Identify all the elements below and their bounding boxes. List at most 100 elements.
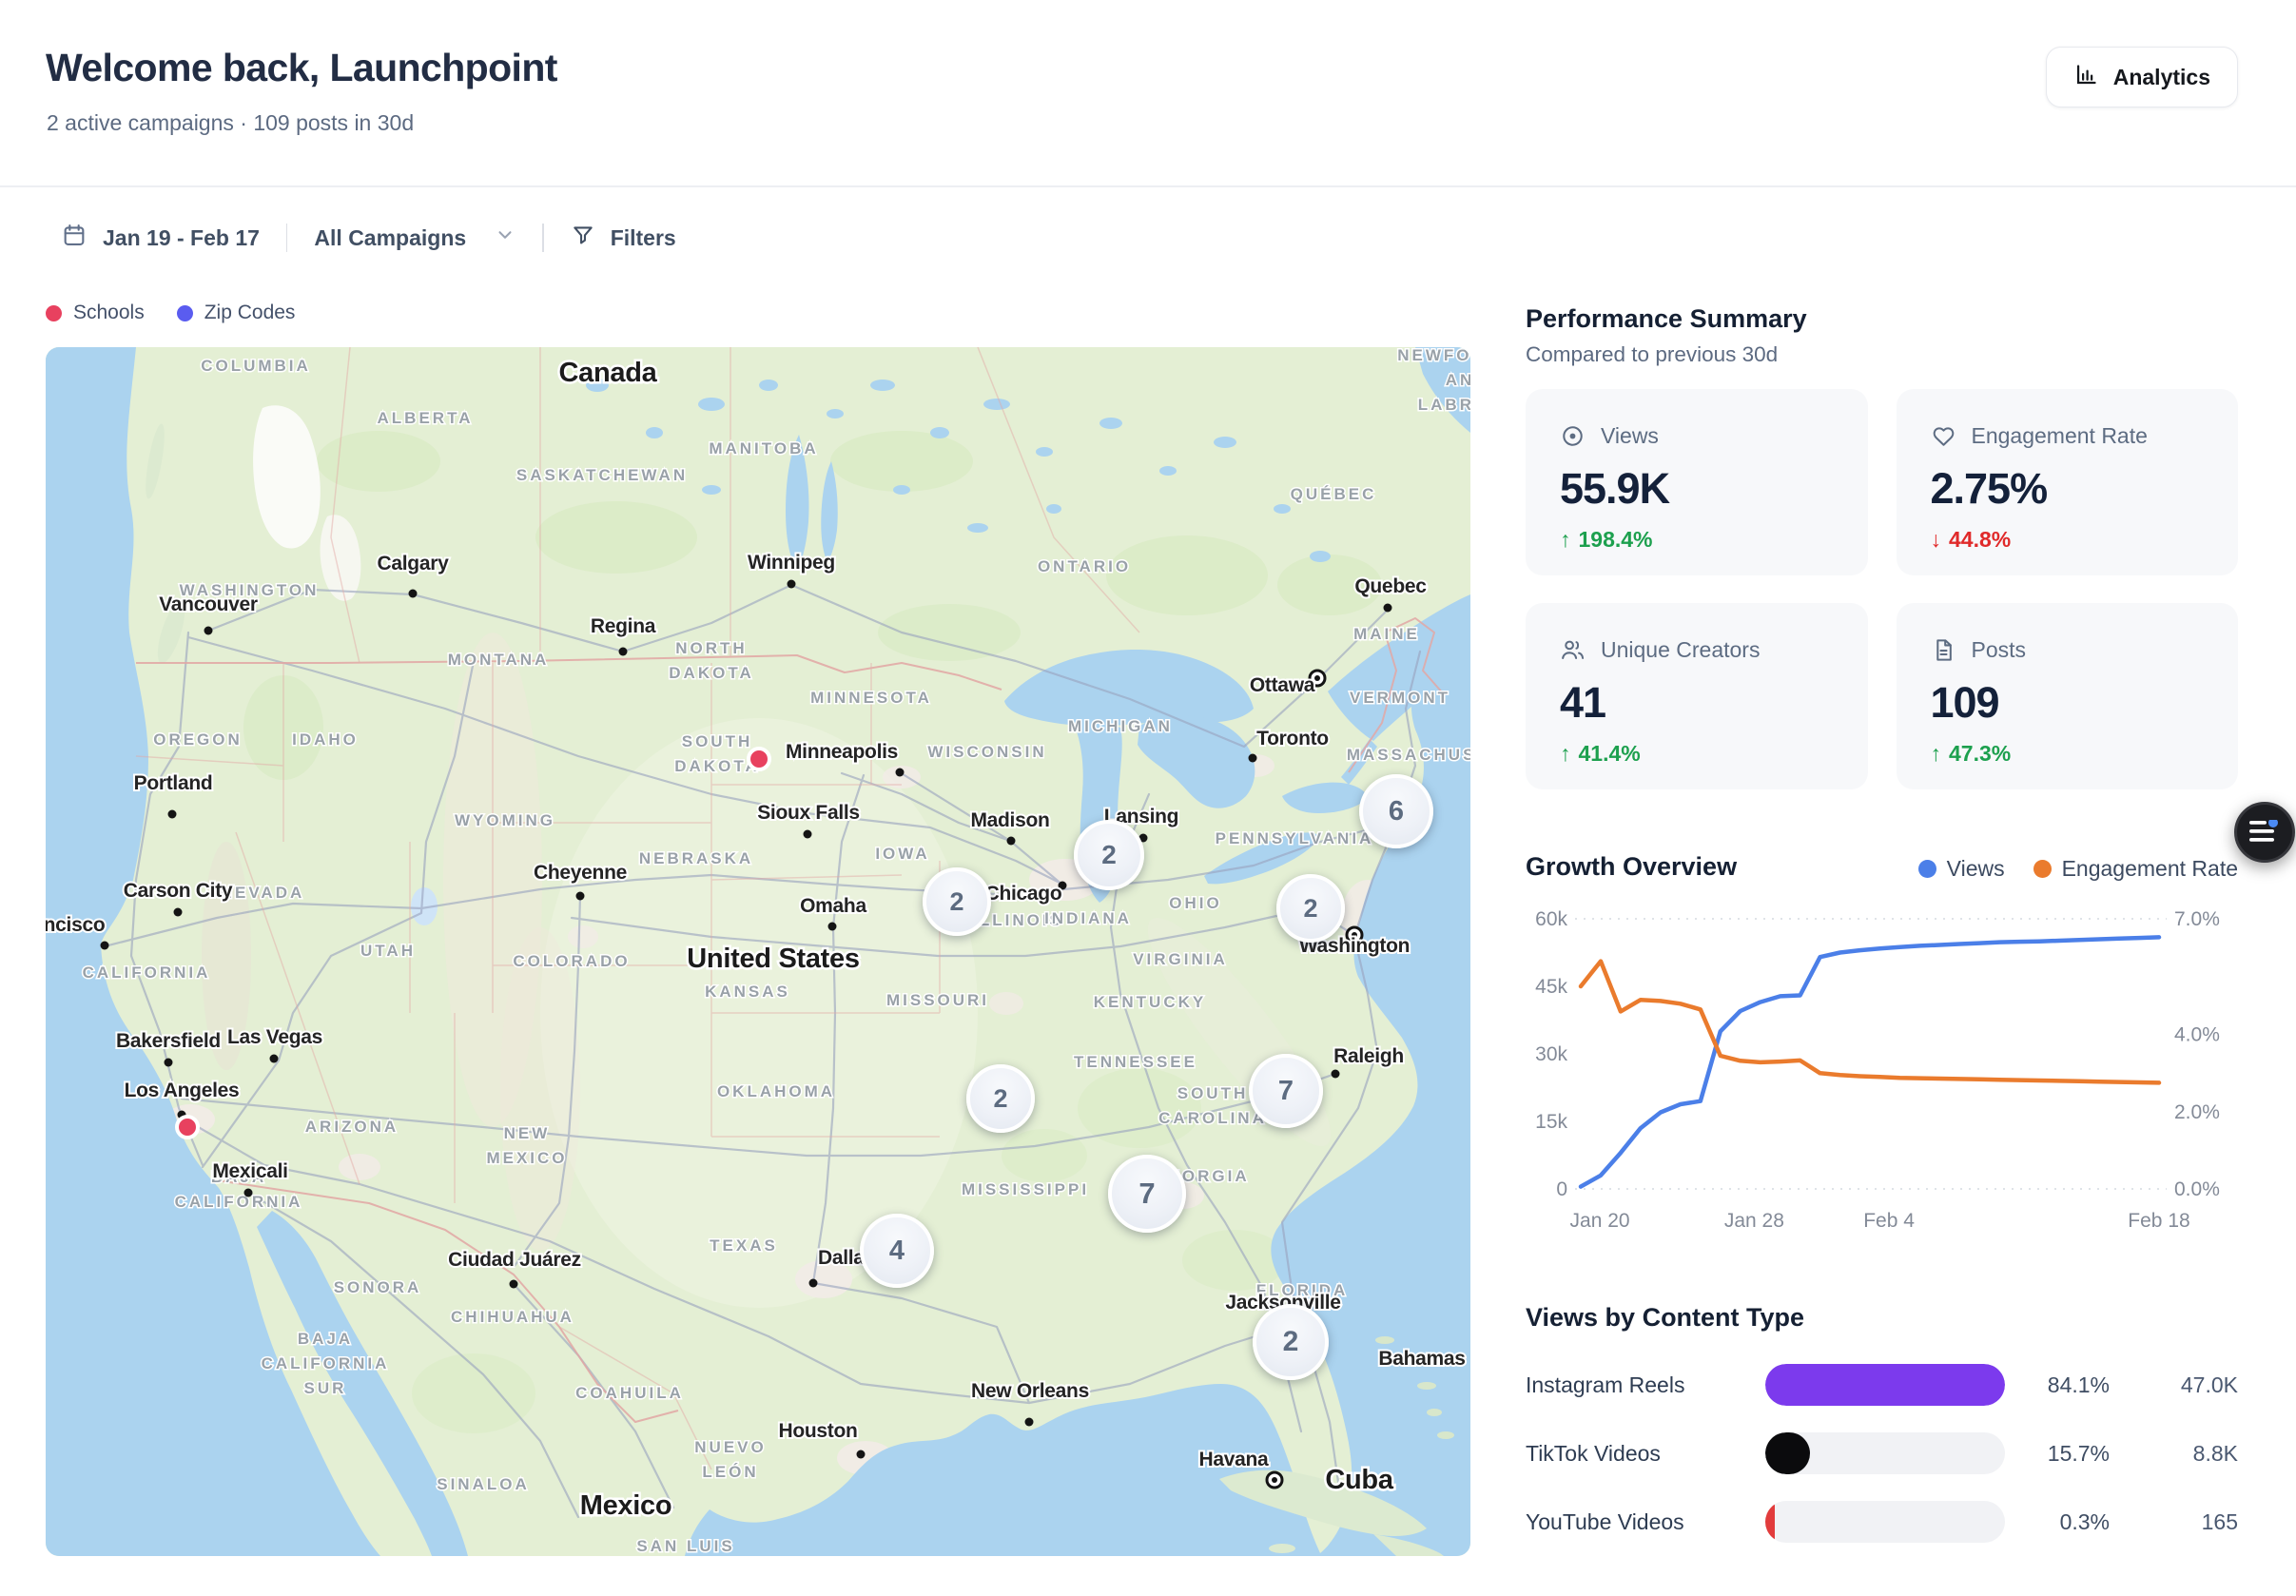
chart-legend-label: Views	[1947, 856, 2005, 882]
state-label: NEWFOU	[1397, 347, 1470, 364]
page-title: Welcome back, Launchpoint	[46, 46, 557, 90]
map-cluster-marker[interactable]: 4	[860, 1214, 934, 1288]
city-label: Houston	[778, 1420, 857, 1442]
x-axis-tick: Feb 4	[1863, 1210, 1915, 1232]
capital-dot-center	[1272, 1477, 1277, 1483]
bar-chart-icon	[2073, 62, 2099, 93]
content-type-percent: 15.7%	[2005, 1441, 2110, 1467]
metric-card-header: Views	[1560, 423, 1834, 449]
state-label: MISSOURI	[886, 991, 989, 1009]
quick-actions-fab[interactable]	[2234, 802, 2295, 863]
map-cluster-marker[interactable]: 6	[1359, 774, 1433, 848]
line-series-views	[1581, 937, 2159, 1186]
state-label: SONORA	[334, 1278, 422, 1296]
map-cluster-marker[interactable]: 2	[1253, 1304, 1329, 1380]
content-type-percent: 0.3%	[2005, 1509, 2110, 1535]
y-axis-right-tick: 0.0%	[2174, 1178, 2220, 1200]
growth-chart-legend: Views Engagement Rate	[1918, 856, 2238, 882]
performance-summary-title: Performance Summary	[1526, 304, 1807, 334]
school-marker[interactable]	[177, 1117, 198, 1138]
map-legend-label: Zip Codes	[204, 302, 296, 324]
arrow-down-icon: ↓	[1931, 527, 1942, 553]
funnel-icon	[571, 223, 595, 253]
map-canvas[interactable]: COLUMBIAALBERTASASKATCHEWANMANITOBAONTAR…	[46, 347, 1470, 1556]
chart-legend-item-engagement-rate[interactable]: Engagement Rate	[2033, 856, 2238, 882]
legend-dot-icon	[177, 305, 193, 321]
city-dot	[809, 1279, 818, 1288]
list-lines-icon	[2248, 820, 2281, 845]
state-label: OKLAHOMA	[717, 1082, 835, 1100]
state-label: AN	[1446, 371, 1470, 389]
metric-delta: ↑198.4%	[1560, 527, 1834, 553]
growth-chart: 60k45k30k15k07.0%4.0%2.0%0.0%Jan 20Jan 2…	[1526, 904, 2238, 1238]
city-dot	[174, 908, 183, 917]
map-legend-item-zip-codes[interactable]: Zip Codes	[177, 302, 296, 324]
arrow-up-icon: ↑	[1931, 741, 1942, 767]
state-label: VERMONT	[1350, 689, 1450, 707]
views-by-content-type-title: Views by Content Type	[1526, 1303, 1804, 1333]
city-dot	[168, 810, 177, 819]
state-label: NEBRASKA	[639, 849, 753, 867]
state-label: SINALOA	[437, 1475, 530, 1493]
header-divider	[0, 185, 2296, 187]
filter-separator	[542, 224, 544, 252]
metric-card-engagement-rate: Engagement Rate2.75%↓44.8%	[1897, 389, 2239, 575]
legend-dot-icon	[1918, 860, 1936, 878]
city-dot	[101, 942, 109, 950]
campaign-selector-label: All Campaigns	[314, 225, 466, 251]
map-legend-item-schools[interactable]: Schools	[46, 302, 145, 324]
map-cluster-marker[interactable]: 2	[966, 1064, 1035, 1133]
map-cluster-marker[interactable]: 7	[1249, 1054, 1323, 1128]
legend-dot-icon	[46, 305, 62, 321]
state-label: MICHIGAN	[1068, 717, 1173, 735]
city-label: Carson City	[124, 880, 233, 902]
analytics-button[interactable]: Analytics	[2046, 47, 2238, 107]
metric-delta: ↑41.4%	[1560, 741, 1834, 767]
city-label: Regina	[591, 615, 656, 637]
map-cluster-marker[interactable]: 2	[1074, 820, 1144, 890]
content-type-bar-track	[1765, 1501, 2005, 1543]
map-legend: Schools Zip Codes	[46, 302, 295, 324]
state-label: COAHUILA	[575, 1384, 684, 1402]
map-cluster-marker[interactable]: 2	[923, 867, 991, 936]
content-type-percent: 84.1%	[2005, 1372, 2110, 1398]
metric-label: Views	[1601, 423, 1659, 449]
state-label: MAINE	[1353, 625, 1420, 643]
metric-card-header: Unique Creators	[1560, 637, 1834, 663]
city-label: Toronto	[1256, 728, 1329, 749]
city-label: Sioux Falls	[757, 802, 860, 824]
map-legend-label: Schools	[73, 302, 145, 324]
y-axis-left-tick: 0	[1556, 1178, 1567, 1200]
city-label: Ciudad Juárez	[448, 1249, 581, 1271]
map-cluster-marker[interactable]: 2	[1276, 874, 1345, 943]
views-by-content-type-rows: Instagram Reels84.1%47.0KTikTok Videos15…	[1526, 1351, 2238, 1556]
city-label: Bahamas	[1378, 1348, 1465, 1370]
campaign-selector[interactable]: All Campaigns	[314, 224, 516, 251]
city-dot	[804, 830, 812, 839]
school-marker[interactable]	[749, 749, 769, 769]
city-dot	[788, 580, 796, 589]
state-label: IOWA	[875, 845, 929, 863]
metric-delta: ↑47.3%	[1931, 741, 2205, 767]
city-label: Chicago	[985, 883, 1062, 905]
metric-card-header: Posts	[1931, 637, 2205, 663]
city-label: Portland	[134, 772, 213, 794]
city-dot	[1025, 1418, 1034, 1427]
date-range-label: Jan 19 - Feb 17	[103, 225, 260, 251]
city-dot	[619, 648, 628, 656]
city-label: Quebec	[1354, 575, 1427, 597]
chart-legend-item-views[interactable]: Views	[1918, 856, 2005, 882]
city-label: ncisco	[46, 914, 105, 936]
city-label: Calgary	[378, 553, 450, 574]
metric-card-views: Views55.9K↑198.4%	[1526, 389, 1868, 575]
city-dot	[204, 627, 213, 635]
state-label: SASKATCHEWAN	[516, 466, 688, 484]
state-label: KENTUCKY	[1094, 993, 1206, 1011]
map-cluster-marker[interactable]: 7	[1108, 1155, 1186, 1233]
state-label: WISCONSIN	[927, 743, 1046, 761]
filters-button[interactable]: Filters	[571, 223, 676, 253]
state-label: ONTARIO	[1038, 557, 1131, 575]
date-range-picker[interactable]: Jan 19 - Feb 17	[61, 222, 260, 254]
content-type-bar-fill	[1765, 1501, 1775, 1543]
file-icon	[1931, 637, 1956, 663]
